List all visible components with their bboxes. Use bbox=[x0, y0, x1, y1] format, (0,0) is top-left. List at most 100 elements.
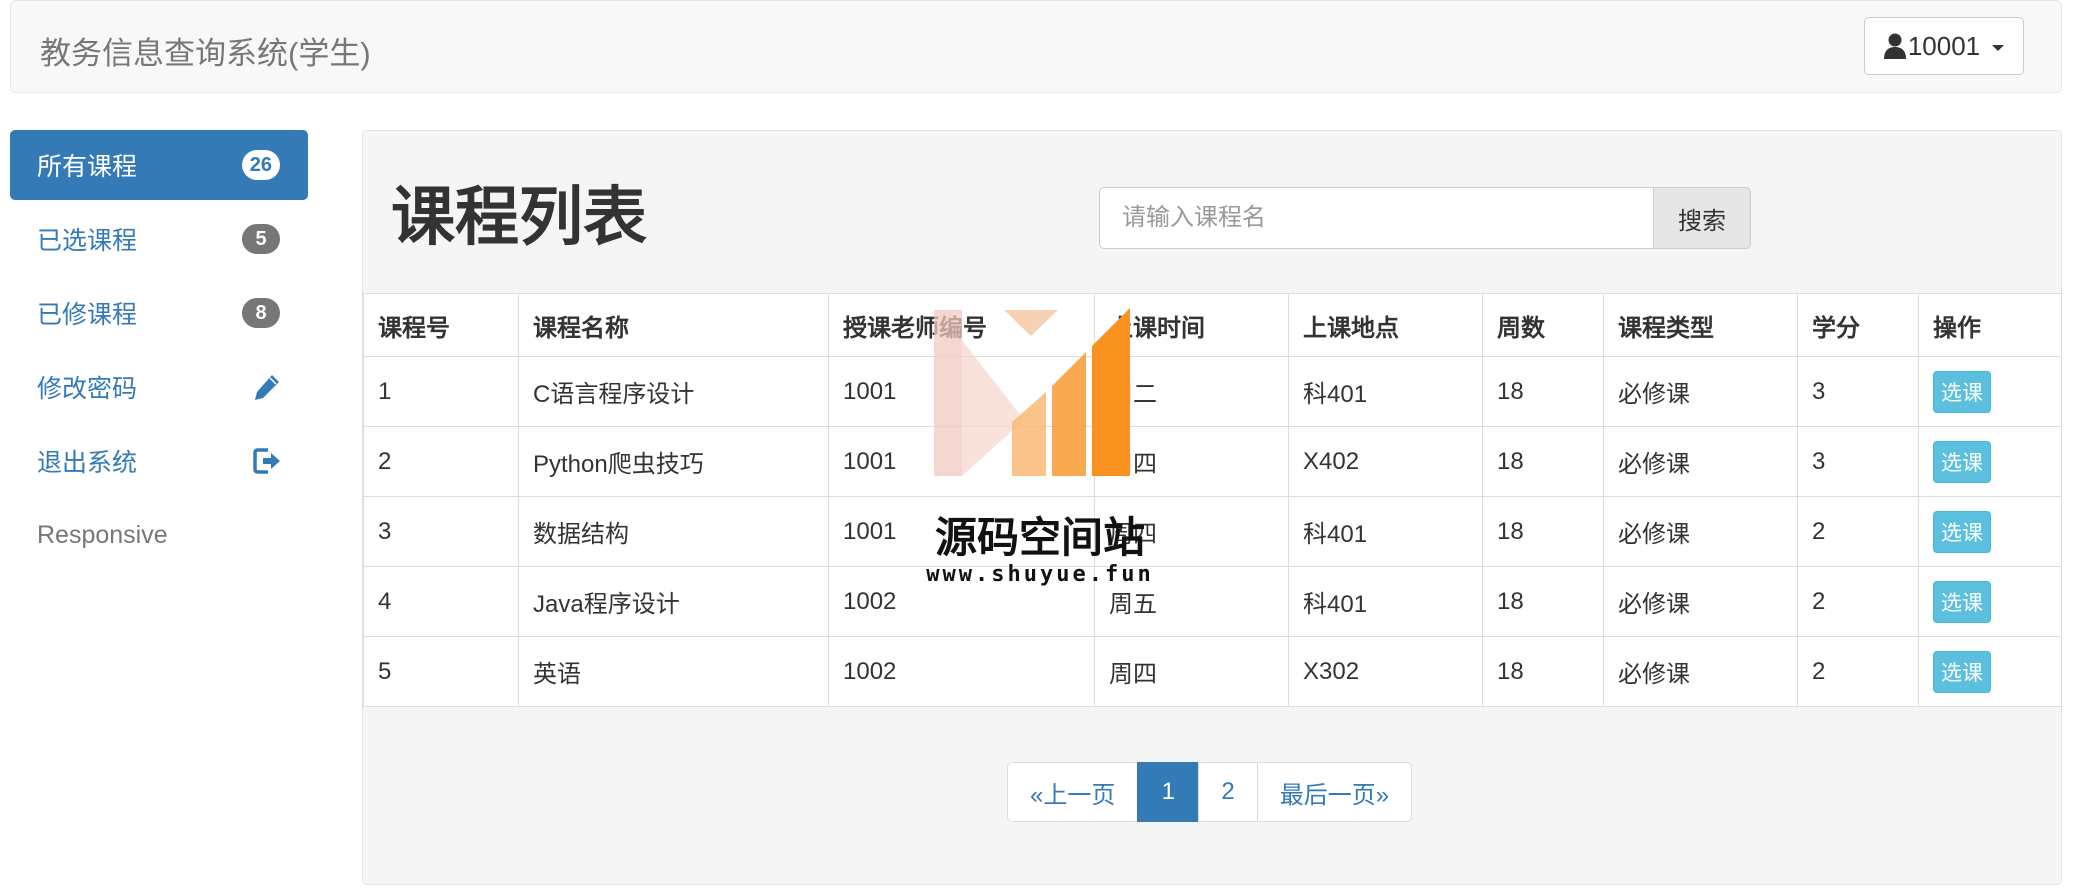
table-cell: 2 bbox=[1797, 636, 1919, 707]
table-cell: 科401 bbox=[1288, 566, 1483, 637]
caret-down-icon bbox=[1992, 45, 2005, 51]
page-title: 课程列表 bbox=[391, 181, 647, 253]
table-cell: 18 bbox=[1482, 496, 1604, 567]
column-header: 周数 bbox=[1482, 293, 1604, 357]
count-badge: 8 bbox=[242, 298, 280, 328]
user-icon bbox=[1883, 33, 1906, 59]
table-cell: 必修课 bbox=[1603, 496, 1798, 567]
search-group: 搜索 bbox=[1099, 187, 1751, 249]
column-header: 上课地点 bbox=[1288, 293, 1483, 357]
sidebar-item-responsive: Responsive bbox=[10, 500, 308, 570]
table-cell: 1001 bbox=[828, 496, 1095, 567]
table-header-row: 课程号 课程名称 授课老师编号 上课时间 上课地点 周数 课程类型 学分 操作 bbox=[363, 293, 2062, 357]
table-cell: X302 bbox=[1288, 636, 1483, 707]
table-cell: 周五 bbox=[1094, 566, 1289, 637]
user-menu-button[interactable]: 10001 bbox=[1864, 17, 2024, 75]
table-cell: 1002 bbox=[828, 636, 1095, 707]
table-cell: 周四 bbox=[1094, 426, 1289, 497]
table-cell: 2 bbox=[363, 426, 519, 497]
table-cell: 科401 bbox=[1288, 496, 1483, 567]
table-row: 1 C语言程序设计 1001 周二 科401 18 必修课 3 选课 bbox=[363, 356, 2062, 427]
table-cell: 选课 bbox=[1918, 426, 2062, 497]
select-course-button[interactable]: 选课 bbox=[1933, 440, 1991, 483]
sidebar-item-logout[interactable]: 退出系统 bbox=[10, 426, 308, 496]
table-cell: C语言程序设计 bbox=[518, 356, 829, 427]
table-row: 4 Java程序设计 1002 周五 科401 18 必修课 2 选课 bbox=[363, 566, 2062, 637]
table-cell: 1001 bbox=[828, 356, 1095, 427]
user-id: 10001 bbox=[1907, 30, 1981, 61]
page-link-2[interactable]: 2 bbox=[1198, 762, 1258, 822]
table-row: 2 Python爬虫技巧 1001 周四 X402 18 必修课 3 选课 bbox=[363, 426, 2062, 497]
column-header: 课程类型 bbox=[1603, 293, 1798, 357]
table-cell: 必修课 bbox=[1603, 636, 1798, 707]
pagination: «上一页 1 2 最后一页» bbox=[1007, 762, 1413, 822]
table-cell: 选课 bbox=[1918, 356, 2062, 427]
table-cell: 周二 bbox=[1094, 356, 1289, 427]
table-cell: Python爬虫技巧 bbox=[518, 426, 829, 497]
sidebar-item-completed-courses[interactable]: 已修课程 8 bbox=[10, 278, 308, 348]
table-cell: 2 bbox=[1797, 566, 1919, 637]
last-page-link[interactable]: 最后一页» bbox=[1256, 762, 1413, 822]
sidebar-item-all-courses[interactable]: 所有课程 26 bbox=[10, 130, 308, 200]
table-cell: 1002 bbox=[828, 566, 1095, 637]
table-cell: 必修课 bbox=[1603, 566, 1798, 637]
course-table: 课程号 课程名称 授课老师编号 上课时间 上课地点 周数 课程类型 学分 操作 … bbox=[363, 293, 2062, 707]
column-header: 课程号 bbox=[363, 293, 519, 357]
top-navbar: 教务信息查询系统(学生) 10001 bbox=[10, 0, 2062, 93]
table-cell: 周四 bbox=[1094, 636, 1289, 707]
select-course-button[interactable]: 选课 bbox=[1933, 580, 1991, 623]
table-cell: 必修课 bbox=[1603, 426, 1798, 497]
table-cell: X402 bbox=[1288, 426, 1483, 497]
table-cell: 4 bbox=[363, 566, 519, 637]
page-link-1[interactable]: 1 bbox=[1137, 762, 1200, 822]
search-button[interactable]: 搜索 bbox=[1653, 187, 1751, 249]
prev-page-link[interactable]: «上一页 bbox=[1007, 762, 1139, 822]
select-course-button[interactable]: 选课 bbox=[1933, 510, 1991, 553]
sidebar-item-label: 已选课程 bbox=[37, 227, 138, 255]
sidebar-item-label: 修改密码 bbox=[37, 375, 138, 403]
table-row: 5 英语 1002 周四 X302 18 必修课 2 选课 bbox=[363, 636, 2062, 707]
table-cell: 选课 bbox=[1918, 566, 2062, 637]
column-header: 操作 bbox=[1918, 293, 2062, 357]
sidebar-item-selected-courses[interactable]: 已选课程 5 bbox=[10, 204, 308, 274]
table-cell: 3 bbox=[363, 496, 519, 567]
sidebar-item-label: 所有课程 bbox=[37, 153, 138, 181]
app-brand[interactable]: 教务信息查询系统(学生) bbox=[40, 28, 371, 73]
table-cell: 选课 bbox=[1918, 496, 2062, 567]
column-header: 授课老师编号 bbox=[828, 293, 1095, 357]
sidebar-item-change-password[interactable]: 修改密码 bbox=[10, 352, 308, 422]
search-input[interactable] bbox=[1099, 187, 1653, 249]
table-cell: 18 bbox=[1482, 636, 1604, 707]
table-cell: 5 bbox=[363, 636, 519, 707]
table-cell: 18 bbox=[1482, 426, 1604, 497]
table-cell: 18 bbox=[1482, 566, 1604, 637]
column-header: 学分 bbox=[1797, 293, 1919, 357]
count-badge: 26 bbox=[241, 150, 280, 180]
table-cell: 英语 bbox=[518, 636, 829, 707]
select-course-button[interactable]: 选课 bbox=[1933, 650, 1991, 693]
table-cell: 周四 bbox=[1094, 496, 1289, 567]
table-row: 3 数据结构 1001 周四 科401 18 必修课 2 选课 bbox=[363, 496, 2062, 567]
table-cell: 18 bbox=[1482, 356, 1604, 427]
sidebar-item-label: Responsive bbox=[37, 520, 168, 549]
sidebar: 所有课程 26 已选课程 5 已修课程 8 修改密码 退出系统 Responsi… bbox=[10, 130, 308, 574]
count-badge: 5 bbox=[242, 224, 280, 254]
sidebar-item-label: 已修课程 bbox=[37, 301, 138, 329]
sidebar-item-label: 退出系统 bbox=[37, 449, 138, 477]
table-cell: 必修课 bbox=[1603, 356, 1798, 427]
table-cell: 科401 bbox=[1288, 356, 1483, 427]
table-cell: 2 bbox=[1797, 496, 1919, 567]
table-cell: 1 bbox=[363, 356, 519, 427]
logout-icon bbox=[253, 448, 280, 474]
table-cell: 1001 bbox=[828, 426, 1095, 497]
select-course-button[interactable]: 选课 bbox=[1933, 370, 1991, 413]
table-cell: 3 bbox=[1797, 426, 1919, 497]
table-cell: 3 bbox=[1797, 356, 1919, 427]
pencil-icon bbox=[255, 375, 279, 400]
table-cell: 选课 bbox=[1918, 636, 2062, 707]
column-header: 上课时间 bbox=[1094, 293, 1289, 357]
table-cell: 数据结构 bbox=[518, 496, 829, 567]
course-panel: 课程列表 搜索 课程号 课程名称 授课老师编号 上课时间 上课地点 周数 课程类… bbox=[362, 130, 2062, 885]
table-cell: Java程序设计 bbox=[518, 566, 829, 637]
column-header: 课程名称 bbox=[518, 293, 829, 357]
